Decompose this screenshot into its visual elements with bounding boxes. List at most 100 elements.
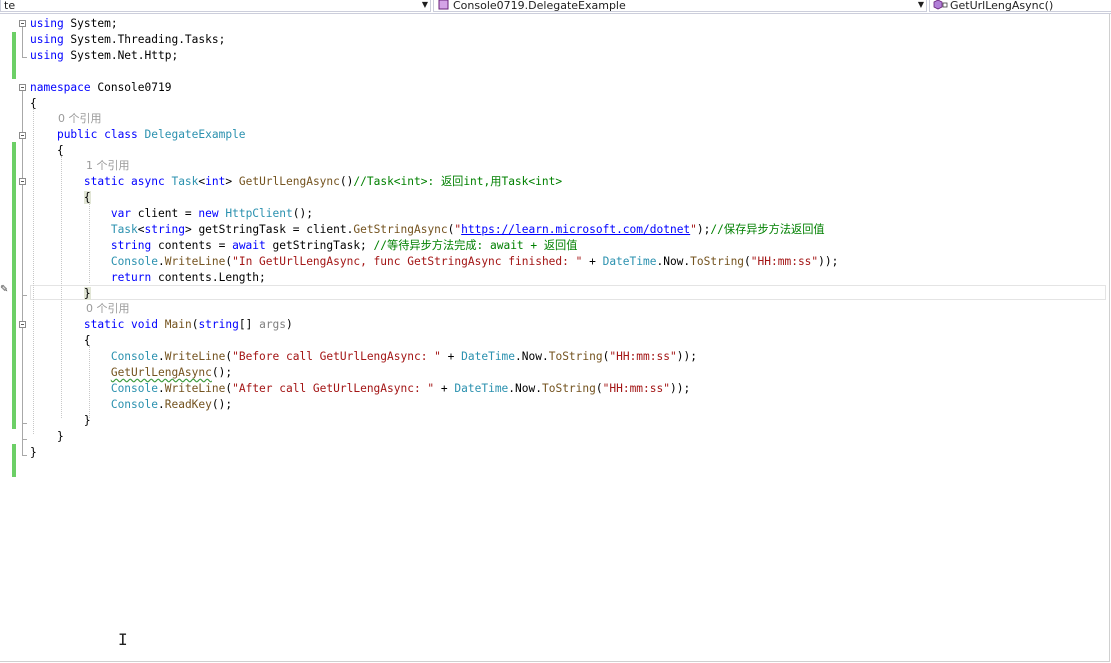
outline-tick	[22, 439, 27, 440]
code-token: static	[83, 318, 132, 331]
member-dropdown-label: GetUrlLengAsync()	[950, 0, 1054, 12]
code-token: DateTime	[454, 382, 509, 395]
navigation-bar: te ▼ Console0719.DelegateExample ▼ GetUr…	[0, 0, 1111, 14]
code-token: >	[184, 223, 192, 236]
code-token: <	[137, 223, 145, 236]
code-line: Console.WriteLine ("In GetUrlLengAsync, f…	[30, 254, 839, 270]
code-token: "HH:mm:ss"	[750, 255, 819, 268]
code-token: Task	[171, 175, 199, 188]
collapse-toggle-icon[interactable]	[19, 132, 26, 139]
code-token: "HH:mm:ss"	[609, 350, 677, 363]
code-token: ();	[211, 366, 233, 379]
code-token: GetUrlLengAsync	[238, 175, 340, 188]
code-token: using	[30, 49, 64, 62]
method-icon	[933, 0, 948, 11]
code-token: using	[30, 33, 64, 46]
code-token: contents.Length;	[151, 271, 266, 284]
code-line: }	[30, 429, 64, 445]
code-token: GetUrlLengAsync	[110, 366, 212, 379]
code-token: +	[440, 350, 462, 363]
code-token: []	[238, 318, 260, 331]
code-line: namespace Console0719	[30, 80, 171, 96]
code-token: await	[232, 239, 266, 252]
change-indicator	[12, 32, 16, 79]
outline-tick	[22, 295, 27, 296]
code-token: ();	[292, 207, 313, 220]
code-token: DelegateExample	[144, 128, 246, 141]
text-cursor-icon: I	[118, 630, 128, 649]
codelens-references[interactable]: 0 个引用	[58, 112, 102, 126]
code-token: string	[110, 239, 152, 252]
code-token: System;	[63, 17, 118, 30]
code-editor[interactable]: ✎ using System; using System.Threading.T…	[0, 14, 1110, 662]
code-line: using System;	[30, 16, 118, 32]
code-token: .	[157, 382, 165, 395]
code-token: "HH:mm:ss"	[602, 382, 670, 395]
code-line: string contents = await getStringTask; /…	[30, 238, 578, 254]
code-line: Console.ReadKey();	[30, 397, 232, 413]
code-line: using System.Net.Http;	[30, 48, 178, 64]
code-line: {	[30, 96, 37, 112]
code-token: (	[744, 255, 751, 268]
code-token: var	[110, 207, 132, 220]
code-line: }	[30, 286, 91, 302]
collapse-toggle-icon[interactable]	[19, 20, 26, 27]
code-token: contents =	[151, 239, 233, 252]
code-line: var client = new HttpClient();	[30, 206, 313, 222]
code-line: return contents.Length;	[30, 270, 266, 286]
member-dropdown[interactable]: GetUrlLengAsync()	[929, 0, 1111, 12]
code-token: .	[157, 398, 165, 411]
type-dropdown-label: Console0719.DelegateExample	[453, 0, 626, 12]
code-token: GetStringAsync	[353, 223, 448, 236]
type-dropdown[interactable]: Console0719.DelegateExample ▼	[433, 0, 927, 12]
code-token: "After call GetUrlLengAsync: "	[232, 382, 435, 395]
code-line: }	[30, 413, 91, 429]
code-token: );	[696, 223, 711, 236]
code-token: static async	[83, 175, 172, 188]
code-token: string	[198, 318, 239, 331]
code-token: {	[83, 191, 91, 204]
code-token: Main	[164, 318, 192, 331]
code-token: WriteLine	[164, 255, 226, 268]
code-line: {	[30, 143, 64, 159]
code-token: //保存异步方法返回值	[710, 223, 825, 236]
code-token: (	[595, 382, 603, 395]
code-token: new	[198, 207, 219, 220]
code-token: System.Threading.Tasks;	[63, 33, 226, 46]
code-token: "Before call GetUrlLengAsync: "	[232, 350, 441, 363]
outline-tick	[22, 423, 27, 424]
code-token: client =	[131, 207, 199, 220]
outline-tick	[22, 455, 27, 456]
codelens-references[interactable]: 1 个引用	[86, 159, 130, 173]
code-token: args	[259, 318, 287, 331]
code-token: ));	[818, 255, 839, 268]
outline-tick	[22, 57, 27, 58]
code-token: .Now.	[508, 382, 542, 395]
code-token: }	[83, 287, 91, 300]
code-token: ToString	[541, 382, 596, 395]
change-indicator	[12, 142, 16, 429]
collapse-toggle-icon[interactable]	[19, 84, 26, 91]
collapse-toggle-icon[interactable]	[19, 321, 26, 328]
project-dropdown[interactable]: te ▼	[0, 0, 431, 12]
code-token: .	[157, 350, 165, 363]
edit-pencil-icon: ✎	[0, 284, 9, 295]
code-token: //等待异步方法完成: await + 返回值	[373, 239, 578, 252]
code-token: //Task<int>: 返回int,用Task<int>	[353, 175, 563, 188]
code-token: +	[434, 382, 455, 395]
code-token: ToString	[548, 350, 603, 363]
collapse-toggle-icon[interactable]	[19, 178, 26, 185]
code-token: "	[690, 223, 697, 236]
code-token: DateTime	[461, 350, 516, 363]
code-token: public class	[56, 128, 145, 141]
code-token: {	[83, 334, 91, 347]
url-link[interactable]: https://learn.microsoft.com/dotnet	[461, 223, 690, 236]
current-line-highlight	[30, 285, 1106, 300]
code-line: public class DelegateExample	[30, 127, 246, 143]
codelens-references[interactable]: 0 个引用	[86, 302, 130, 316]
outline-line	[22, 91, 23, 455]
code-token: getStringTask;	[265, 239, 374, 252]
code-token: Task	[110, 223, 138, 236]
code-token: DateTime	[602, 255, 657, 268]
code-token: Console	[110, 398, 158, 411]
